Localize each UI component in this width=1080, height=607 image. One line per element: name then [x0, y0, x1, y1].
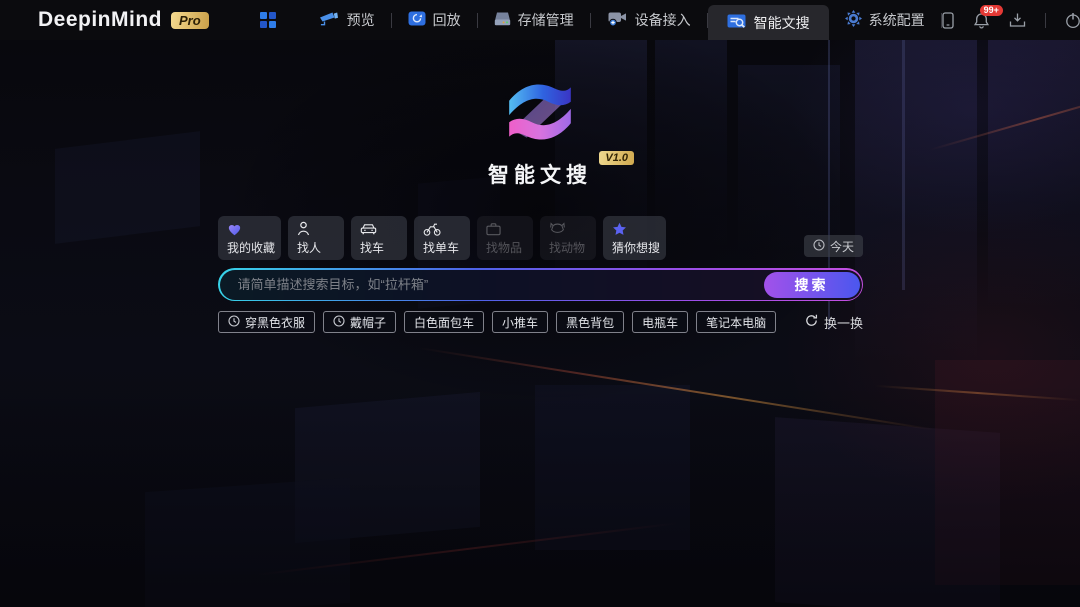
tab-label: 找动物 [549, 240, 586, 255]
tab-label: 找单车 [423, 240, 460, 255]
refresh-icon [805, 314, 818, 330]
notification-badge: 99+ [979, 4, 1003, 17]
star-icon [612, 221, 627, 236]
suggestion-tag[interactable]: 黑色背包 [556, 311, 625, 333]
search-button[interactable]: 搜索 [763, 271, 860, 298]
brand-name: DeepinMind [38, 8, 162, 31]
power-icon[interactable] [1065, 12, 1080, 29]
download-icon[interactable] [1009, 12, 1026, 28]
tab-label: 找物品 [486, 240, 523, 255]
nav-item-label: 智能文搜 [753, 14, 810, 31]
nav-separator [1044, 12, 1046, 28]
suggestion-tag[interactable]: 电瓶车 [632, 311, 689, 333]
suggestion-tags: 穿黑色衣服 戴帽子 白色面包车 小推车 黑色背包 电瓶车 笔记本电脑 换一换 [218, 311, 863, 333]
camera-icon [319, 10, 340, 30]
suggestion-tag[interactable]: 小推车 [492, 311, 549, 333]
nav-item-label: 系统配置 [868, 12, 925, 28]
search-panel: 我的收藏 找人 找车 找单车 找物品 找动物 猜你想搜 今天 请简单描述搜索目标… [218, 216, 863, 333]
tab-find-bicycle[interactable]: 找单车 [414, 216, 470, 260]
tab-find-person[interactable]: 找人 [288, 216, 344, 260]
car-icon [360, 221, 377, 236]
nav-item-label: 存储管理 [517, 12, 574, 28]
tab-label: 猜你想搜 [612, 240, 661, 255]
grid-layout-icon[interactable] [259, 11, 277, 29]
tab-my-favorites[interactable]: 我的收藏 [218, 216, 281, 260]
pro-badge: Pro [171, 11, 209, 29]
app-logo [502, 74, 578, 155]
main-nav: 预览 回放 存储管理 设备接入 智能文搜 系统配置 [259, 0, 942, 40]
page-title: 智能文搜 [488, 164, 592, 187]
search-bar: 搜索 [218, 268, 863, 301]
heart-icon [227, 221, 242, 236]
hero: 智能文搜 V1.0 [0, 74, 1080, 189]
tab-guess-search[interactable]: 猜你想搜 [603, 216, 666, 260]
nav-item-label: 设备接入 [634, 12, 691, 28]
tab-find-items: 找物品 [477, 216, 533, 260]
nav-item-storage[interactable]: 存储管理 [478, 0, 590, 40]
tab-label: 我的收藏 [227, 240, 276, 255]
playback-icon [408, 11, 426, 29]
nav-item-label: 回放 [432, 12, 461, 28]
tab-find-vehicle[interactable]: 找车 [351, 216, 407, 260]
nav-item-system-config[interactable]: 系统配置 [829, 0, 941, 40]
nav-item-preview[interactable]: 预览 [303, 0, 391, 40]
animal-icon [549, 221, 566, 236]
suggestion-tag-label: 电瓶车 [642, 315, 679, 330]
suggestion-tag-label: 黑色背包 [566, 315, 615, 330]
change-batch-button[interactable]: 换一换 [805, 313, 863, 332]
suggestion-tag-label: 穿黑色衣服 [245, 315, 306, 330]
history-clock-icon [228, 314, 240, 330]
nav-item-device-access[interactable]: 设备接入 [591, 0, 707, 40]
tab-label: 找车 [360, 240, 385, 255]
mobile-device-icon[interactable] [942, 11, 954, 29]
storage-icon [494, 11, 511, 30]
search-input[interactable] [219, 277, 764, 292]
date-filter-today-button[interactable]: 今天 [803, 235, 863, 257]
date-filter-label: 今天 [829, 239, 854, 254]
suggestion-tag-label: 白色面包车 [414, 315, 475, 330]
suggestion-tag-label: 笔记本电脑 [706, 315, 767, 330]
nav-utility-icons: 99+ [942, 4, 1080, 29]
category-tabs: 我的收藏 找人 找车 找单车 找物品 找动物 猜你想搜 今天 [218, 216, 863, 260]
version-badge: V1.0 [599, 151, 634, 165]
device-access-icon [607, 10, 628, 30]
suggestion-tag-label: 小推车 [502, 315, 539, 330]
tab-find-animals: 找动物 [540, 216, 596, 260]
history-clock-icon [333, 314, 345, 330]
person-icon [297, 221, 310, 236]
suggestion-tag[interactable]: 笔记本电脑 [696, 311, 777, 333]
top-nav: DeepinMind Pro 预览 回放 存储管理 设备接入 智能文搜 系统配置… [0, 0, 1080, 40]
nav-item-playback[interactable]: 回放 [392, 0, 477, 40]
notification-bell-icon[interactable]: 99+ [973, 4, 1003, 29]
suggestion-tag[interactable]: 穿黑色衣服 [218, 311, 316, 333]
search-bar-inner: 搜索 [219, 269, 862, 300]
smart-search-icon [727, 13, 747, 33]
brand-logo: DeepinMind Pro [38, 8, 209, 32]
bag-icon [486, 221, 501, 236]
bicycle-icon [423, 221, 441, 236]
suggestion-tag[interactable]: 戴帽子 [323, 311, 397, 333]
tab-label: 找人 [297, 240, 322, 255]
title-row: 智能文搜 V1.0 [488, 151, 634, 189]
gear-icon [844, 10, 862, 30]
suggestion-tag-label: 戴帽子 [350, 315, 387, 330]
nav-item-label: 预览 [346, 12, 375, 28]
suggestion-tag[interactable]: 白色面包车 [404, 311, 485, 333]
clock-icon [813, 238, 825, 254]
nav-item-smart-search[interactable]: 智能文搜 [707, 5, 829, 40]
change-batch-label: 换一换 [823, 315, 863, 331]
